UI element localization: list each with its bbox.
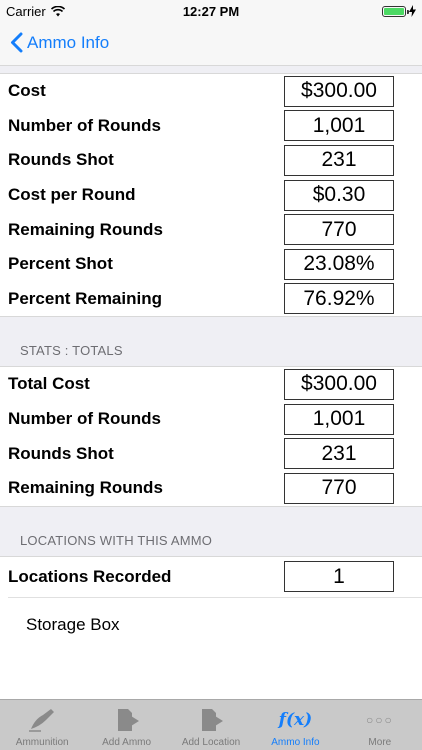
total-row-number-of-rounds: Number of Rounds 1,001 — [0, 402, 422, 437]
chevron-left-icon — [11, 32, 23, 53]
stat-value-field[interactable]: 770 — [284, 214, 394, 246]
more-icon: ○○○ — [365, 713, 394, 727]
section-header-totals: STATS : TOTALS — [0, 317, 422, 368]
locations-recorded-field[interactable]: 1 — [284, 561, 394, 593]
stat-label: Remaining Rounds — [8, 219, 163, 239]
total-label: Remaining Rounds — [8, 478, 163, 498]
stat-label: Percent Shot — [8, 254, 113, 274]
tab-ammo-info[interactable]: f(x) Ammo Info — [253, 700, 337, 750]
total-row-cost: Total Cost $300.00 — [0, 367, 422, 402]
tab-label: Add Location — [181, 737, 241, 748]
status-right — [382, 5, 416, 17]
tab-label: Ammo Info — [271, 737, 320, 748]
total-label: Rounds Shot — [8, 443, 114, 463]
total-row-rounds-shot: Rounds Shot 231 — [0, 436, 422, 471]
stat-row-cost-per-round: Cost per Round $0.30 — [0, 178, 422, 213]
locations-recorded-row: Locations Recorded 1 — [0, 557, 422, 597]
total-value-field[interactable]: $300.00 — [284, 368, 394, 400]
total-row-remaining-rounds: Remaining Rounds 770 — [0, 471, 422, 506]
tab-bar: Ammunition Add Ammo Add Location f(x) Am… — [0, 699, 422, 750]
stat-row-percent-remaining: Percent Remaining 76.92% — [0, 282, 422, 317]
section-header-label: STATS : TOTALS — [20, 343, 123, 359]
stat-label: Cost — [8, 81, 46, 101]
total-value-field[interactable]: 231 — [284, 438, 394, 470]
add-document-icon — [198, 705, 224, 735]
stat-label: Rounds Shot — [8, 150, 114, 170]
location-list-item[interactable]: Storage Box — [8, 596, 422, 652]
stat-value-field[interactable]: 231 — [284, 144, 394, 176]
stat-label: Number of Rounds — [8, 115, 161, 135]
stat-row-number-of-rounds: Number of Rounds 1,001 — [0, 109, 422, 144]
tab-label: Ammunition — [15, 737, 69, 748]
locations-group: Locations Recorded 1 Storage Box — [0, 556, 422, 699]
totals-group: Total Cost $300.00 Number of Rounds 1,00… — [0, 367, 422, 507]
pen-icon — [27, 705, 57, 735]
stat-value-field[interactable]: $300.00 — [284, 75, 394, 107]
stat-value-field[interactable]: 76.92% — [284, 283, 394, 315]
stat-label: Cost per Round — [8, 185, 136, 205]
tab-add-ammo[interactable]: Add Ammo — [84, 700, 168, 750]
top-spacer — [0, 66, 422, 74]
tab-label: Add Ammo — [102, 737, 152, 748]
section-header-label: LOCATIONS WITH THIS AMMO — [20, 532, 213, 548]
tab-label: More — [368, 737, 392, 748]
tab-ammunition[interactable]: Ammunition — [0, 700, 84, 750]
tab-more[interactable]: ○○○ More — [338, 700, 422, 750]
total-value-field[interactable]: 1,001 — [284, 403, 394, 435]
total-value-field[interactable]: 770 — [284, 472, 394, 504]
locations-recorded-label: Locations Recorded — [8, 566, 172, 586]
stats-group: Cost $300.00 Number of Rounds 1,001 Roun… — [0, 74, 422, 318]
back-button-label: Ammo Info — [27, 32, 110, 52]
stat-row-rounds-shot: Rounds Shot 231 — [0, 143, 422, 178]
tab-add-location[interactable]: Add Location — [169, 700, 253, 750]
stat-value-field[interactable]: 1,001 — [284, 110, 394, 142]
function-icon: f(x) — [278, 710, 313, 730]
add-document-icon — [114, 705, 140, 735]
status-bar: Carrier 12:27 PM — [0, 0, 422, 22]
navigation-bar: Ammo Info — [0, 22, 422, 66]
stat-row-cost: Cost $300.00 — [0, 74, 422, 109]
battery-icon — [382, 5, 409, 17]
charging-icon — [409, 5, 416, 17]
stat-value-field[interactable]: 23.08% — [284, 248, 394, 280]
stat-label: Percent Remaining — [8, 288, 162, 308]
stat-value-field[interactable]: $0.30 — [284, 179, 394, 211]
back-button[interactable]: Ammo Info — [10, 32, 109, 53]
total-label: Total Cost — [8, 374, 90, 394]
stat-row-percent-shot: Percent Shot 23.08% — [0, 247, 422, 282]
section-header-locations: LOCATIONS WITH THIS AMMO — [0, 506, 422, 557]
content-scroll[interactable]: Cost $300.00 Number of Rounds 1,001 Roun… — [0, 66, 422, 699]
status-time: 12:27 PM — [182, 4, 240, 19]
total-label: Number of Rounds — [8, 409, 161, 429]
stat-row-remaining-rounds: Remaining Rounds 770 — [0, 212, 422, 247]
list-filler — [0, 651, 422, 699]
